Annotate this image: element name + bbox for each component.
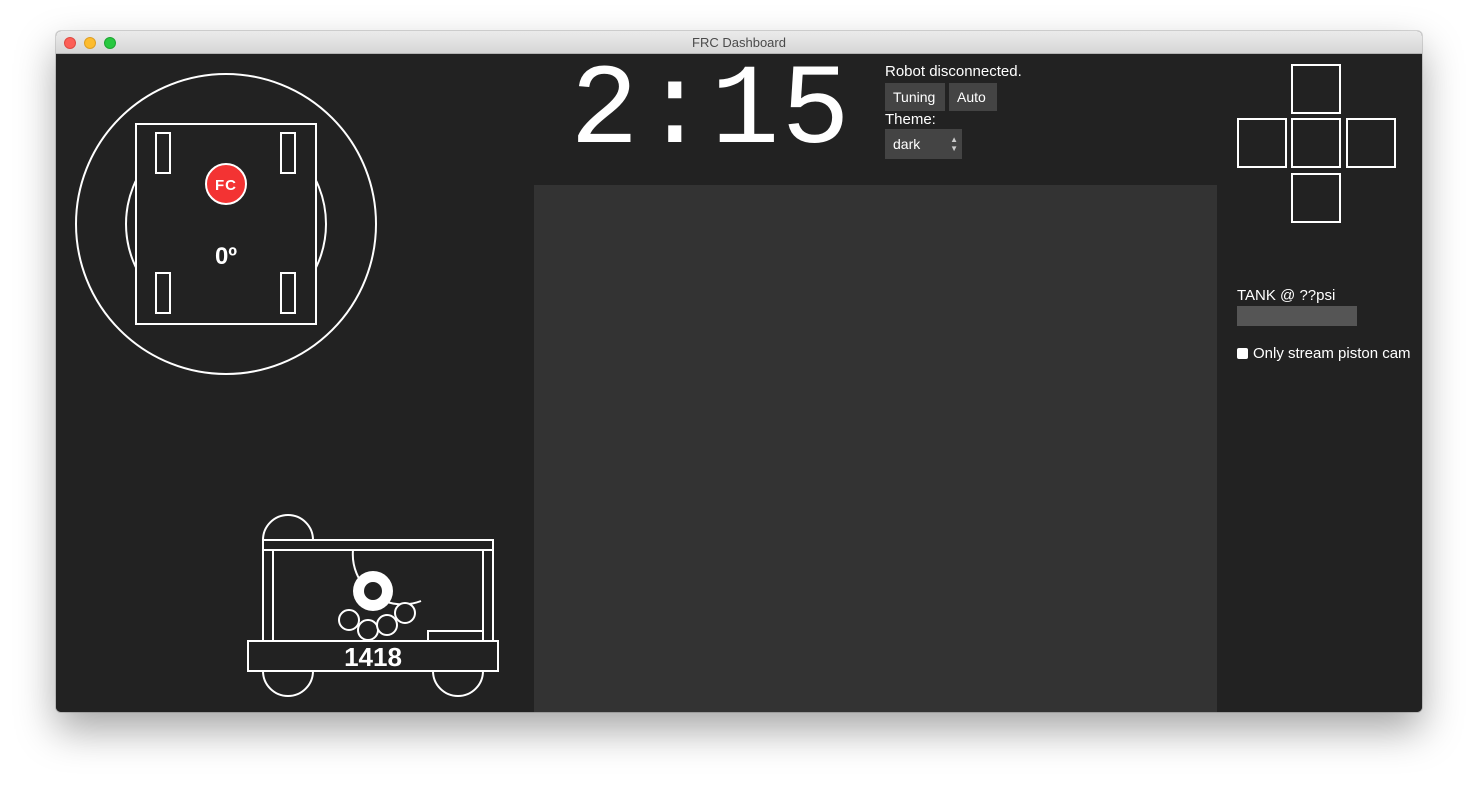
theme-select[interactable]: dark ▲ ▼ (885, 129, 962, 159)
tuning-button[interactable]: Tuning (885, 83, 945, 111)
dpad-down[interactable] (1291, 173, 1341, 223)
chevron-updown-icon: ▲ ▼ (950, 135, 958, 153)
ball-4 (394, 602, 416, 624)
tank-pressure-bar (1237, 306, 1357, 326)
stream-option-label: Only stream piston cam (1253, 345, 1411, 362)
robot-top-bump (262, 514, 314, 541)
dashboard-content: FC 0º 1418 2:15 Robot disconnected. Tuni… (56, 48, 1422, 712)
dpad-up[interactable] (1291, 64, 1341, 114)
ball-1 (338, 609, 360, 631)
theme-selected-value: dark (893, 136, 921, 152)
theme-label: Theme: (885, 111, 936, 128)
stream-piston-checkbox[interactable] (1237, 348, 1248, 359)
dpad-center[interactable] (1291, 118, 1341, 168)
stream-option: Only stream piston cam (1237, 345, 1412, 363)
camera-stream (534, 185, 1217, 712)
app-window: FRC Dashboard FC 0º 1418 2:15 Robot disc… (56, 31, 1422, 712)
match-timer: 2:15 (570, 48, 852, 177)
ball-3 (376, 614, 398, 636)
auto-button[interactable]: Auto (949, 83, 997, 111)
team-number: 1418 (344, 642, 402, 672)
robot-status: Robot disconnected. (885, 63, 1022, 80)
wheel-left (262, 670, 314, 697)
dpad-right[interactable] (1346, 118, 1396, 168)
intake-plate (427, 630, 484, 642)
ball-2 (357, 619, 379, 641)
dpad-left[interactable] (1237, 118, 1287, 168)
robot-top-rail (262, 539, 494, 551)
tank-pressure-label: TANK @ ??psi (1237, 287, 1336, 304)
robot-side-diagram: 1418 (247, 514, 499, 697)
wheel-right (432, 670, 484, 697)
